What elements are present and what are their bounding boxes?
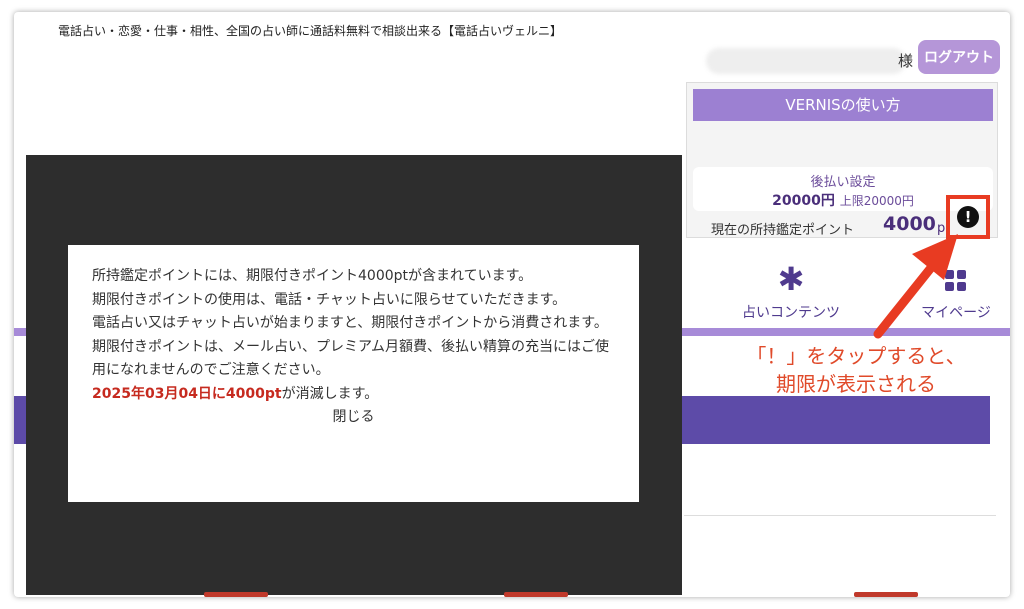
close-button[interactable]: 閉じる — [333, 406, 375, 428]
bottom-button-edge — [854, 592, 918, 597]
expiry-highlight: 2025年03月04日に4000pt — [92, 385, 282, 402]
modal-backdrop[interactable]: 所持鑑定ポイントには、期限付きポイント4000ptが含まれています。 期限付きポ… — [26, 155, 682, 595]
bottom-button-edge — [204, 592, 268, 597]
dialog-line-2: 期限付きポイントの使用は、電話・チャット占いに限らせていただきます。 — [92, 291, 567, 308]
app-frame: 電話占い・恋愛・仕事・相性、全国の占い師に通話料無料で相談出来る【電話占いヴェル… — [14, 12, 1010, 597]
points-expiry-dialog: 所持鑑定ポイントには、期限付きポイント4000ptが含まれています。 期限付きポ… — [68, 245, 639, 502]
dialog-line-1: 所持鑑定ポイントには、期限付きポイント4000ptが含まれています。 — [92, 268, 533, 284]
dialog-line-4: 期限付きポイントは、メール占い、プレミアム月額費、後払い精算の充当にはご使用にな… — [92, 338, 610, 379]
dialog-expiry-line: 2025年03月04日に4000ptが消滅します。 — [92, 383, 615, 407]
bottom-button-edge — [504, 592, 568, 597]
expiry-suffix: が消滅します。 — [281, 385, 379, 402]
dialog-line-3: 電話占い又はチャット占いが始まりますと、期限付きポイントから消費されます。 — [92, 315, 608, 331]
